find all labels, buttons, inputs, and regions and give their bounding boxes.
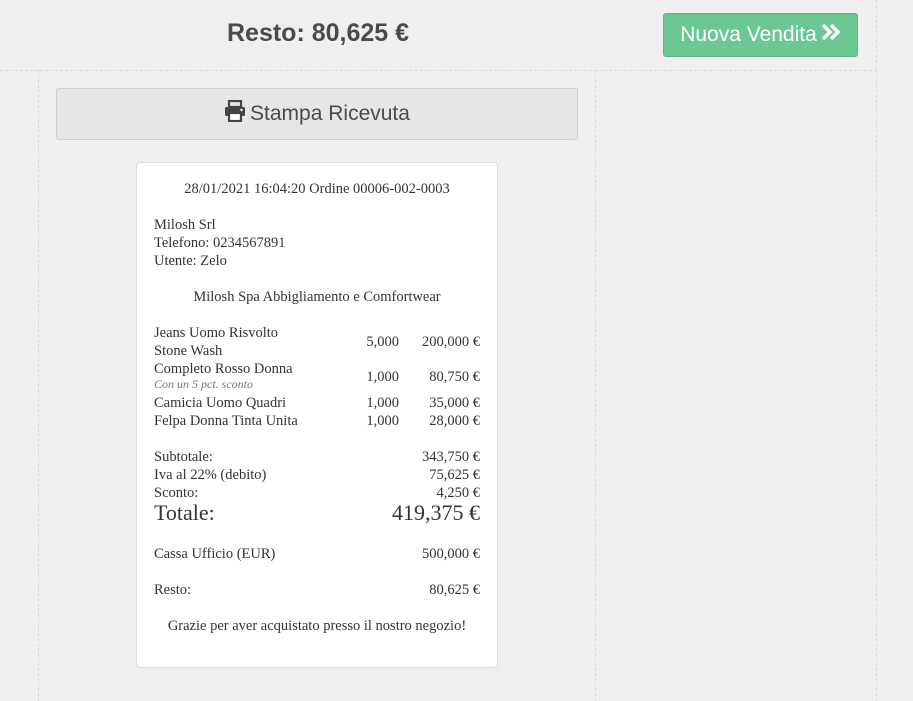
receipt-item-name: Completo Rosso Donna <box>154 361 293 377</box>
receipt-datetime-order: 28/01/2021 16:04:20 Ordine 00006-002-000… <box>184 181 450 197</box>
new-sale-label: Nuova Vendita <box>680 23 817 46</box>
double-chevron-right-icon <box>821 23 841 47</box>
total-label: Totale: <box>154 500 215 525</box>
receipt-thanks-message: Grazie per aver acquistato presso il nos… <box>167 618 467 634</box>
receipt-item-qty: 1,000 <box>366 369 399 385</box>
subtotal-value: 343,750 € <box>422 449 480 465</box>
header-divider <box>0 70 877 71</box>
vat-label: Iva al 22% (debito) <box>154 467 267 483</box>
total-value: 419,375 € <box>392 500 480 525</box>
receipt-item-discount-note: Con un 5 pct. sconto <box>154 377 253 391</box>
receipt-item-price: 35,000 € <box>429 395 480 411</box>
payment-amount: 500,000 € <box>422 546 480 562</box>
new-sale-button[interactable]: Nuova Vendita <box>663 13 858 57</box>
receipt-item-name: Jeans Uomo Risvolto <box>154 325 279 341</box>
receipt-item-name: Camicia Uomo Quadri <box>154 395 287 411</box>
receipt-phone: Telefono: 0234567891 <box>154 235 286 251</box>
print-receipt-button[interactable]: Stampa Ricevuta <box>56 88 578 140</box>
receipt-item-price: 200,000 € <box>422 334 480 350</box>
receipt-item-name: Felpa Donna Tinta Unita <box>154 413 298 429</box>
receipt-item-name-continued: Stone Wash <box>154 343 223 359</box>
receipt-item-price: 28,000 € <box>429 413 480 429</box>
receipt-item-qty: 1,000 <box>366 413 399 429</box>
column-divider-right <box>876 0 877 701</box>
payment-method-label: Cassa Ufficio (EUR) <box>154 546 276 562</box>
column-divider-middle <box>595 70 596 701</box>
receipt-item-qty: 5,000 <box>366 334 399 350</box>
column-divider-left <box>38 70 39 701</box>
receipt-item-price: 80,750 € <box>429 369 480 385</box>
printer-icon <box>224 99 246 128</box>
change-value: 80,625 € <box>429 582 480 598</box>
receipt-store-name: Milosh Spa Abbigliamento e Comfortwear <box>193 289 441 305</box>
receipt: 28/01/2021 16:04:20 Ordine 00006-002-000… <box>136 162 498 668</box>
vat-value: 75,625 € <box>429 467 480 483</box>
change-due-title: Resto: 80,625 € <box>227 19 410 47</box>
receipt-company: Milosh Srl <box>154 217 216 233</box>
receipt-user: Utente: Zelo <box>154 253 227 269</box>
change-label: Resto: <box>154 582 192 598</box>
print-receipt-label: Stampa Ricevuta <box>250 102 410 125</box>
receipt-item-qty: 1,000 <box>366 395 399 411</box>
subtotal-label: Subtotale: <box>154 449 213 465</box>
